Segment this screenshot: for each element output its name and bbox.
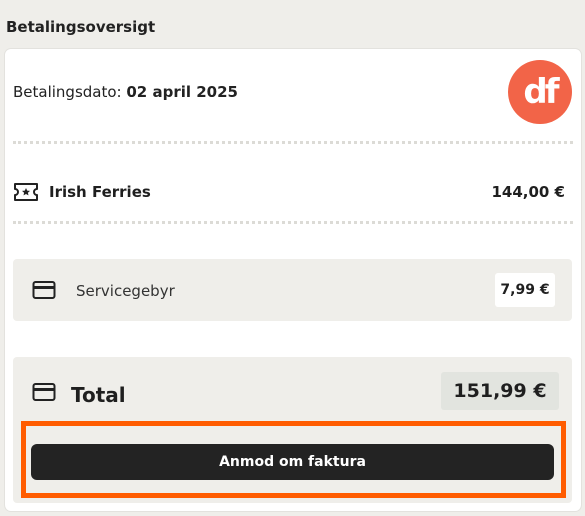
divider <box>13 141 573 144</box>
card-icon <box>32 383 56 401</box>
payment-date-label: Betalingsdato: <box>13 83 127 101</box>
service-fee-row: Servicegebyr 7,99 € <box>13 259 572 321</box>
section-title: Betalingsoversigt <box>6 18 156 36</box>
payment-date-row: Betalingsdato: 02 april 2025 <box>13 83 238 101</box>
brand-logo: df <box>508 60 572 124</box>
ferry-name: Irish Ferries <box>49 183 151 201</box>
payment-date-value: 02 april 2025 <box>126 83 238 101</box>
total-label: Total <box>71 383 126 407</box>
total-price: 151,99 € <box>441 372 559 410</box>
request-invoice-button[interactable]: Anmod om faktura <box>31 444 554 480</box>
service-fee-price: 7,99 € <box>495 273 555 307</box>
service-fee-label: Servicegebyr <box>76 282 175 300</box>
ticket-icon <box>14 183 38 201</box>
ferry-price: 144,00 € <box>491 183 565 201</box>
divider <box>13 221 573 224</box>
card-icon <box>32 281 56 299</box>
ferry-line-item: Irish Ferries 144,00 € <box>13 177 565 207</box>
